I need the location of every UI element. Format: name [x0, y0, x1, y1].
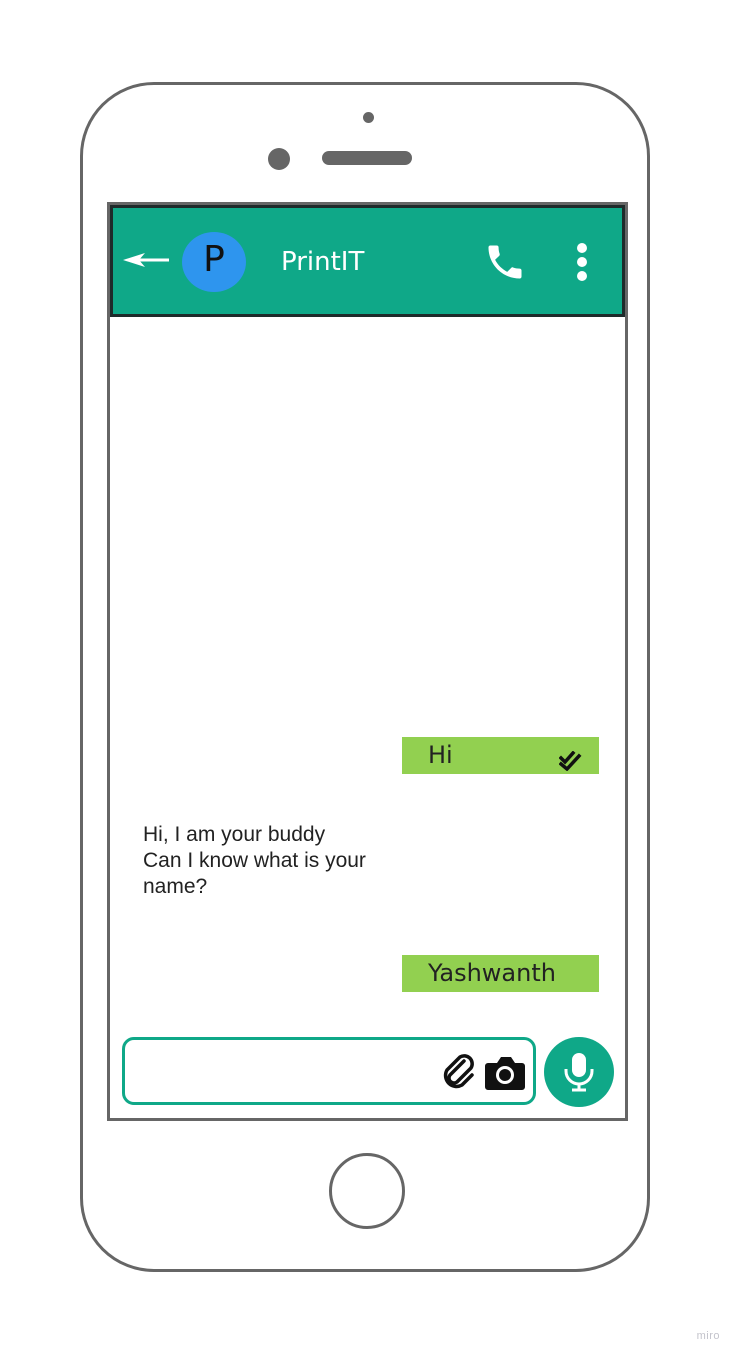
camera-icon[interactable] — [484, 1054, 526, 1092]
miro-watermark: miro — [696, 1330, 720, 1342]
phone-icon[interactable] — [483, 240, 527, 284]
earpiece-speaker — [322, 151, 412, 165]
back-arrow-icon[interactable] — [123, 248, 171, 272]
front-camera — [268, 148, 290, 170]
avatar[interactable]: P — [182, 232, 246, 292]
double-check-icon — [558, 745, 583, 772]
outgoing-message[interactable]: Hi — [402, 737, 599, 774]
proximity-sensor — [363, 112, 374, 123]
contact-name[interactable]: PrintIT — [281, 246, 364, 278]
home-button[interactable] — [329, 1153, 405, 1229]
chat-screen: P PrintIT Hi Hi, I am your buddy Can I k… — [107, 202, 628, 1121]
paperclip-icon[interactable] — [439, 1052, 479, 1092]
outgoing-message[interactable]: Yashwanth — [402, 955, 599, 992]
message-text: Hi — [428, 741, 453, 769]
message-line: name? — [143, 875, 208, 898]
message-composer — [122, 1037, 536, 1105]
message-text: Yashwanth — [428, 959, 556, 987]
incoming-message[interactable]: Hi, I am your buddy Can I know what is y… — [143, 822, 403, 900]
message-line: Hi, I am your buddy — [143, 823, 326, 846]
chat-header: P PrintIT — [110, 205, 625, 317]
page: P PrintIT Hi Hi, I am your buddy Can I k… — [0, 0, 736, 1356]
more-vertical-icon[interactable] — [572, 240, 592, 284]
message-input[interactable] — [137, 1050, 441, 1094]
message-line: Can I know what is your — [143, 849, 366, 872]
microphone-icon[interactable] — [544, 1037, 614, 1107]
